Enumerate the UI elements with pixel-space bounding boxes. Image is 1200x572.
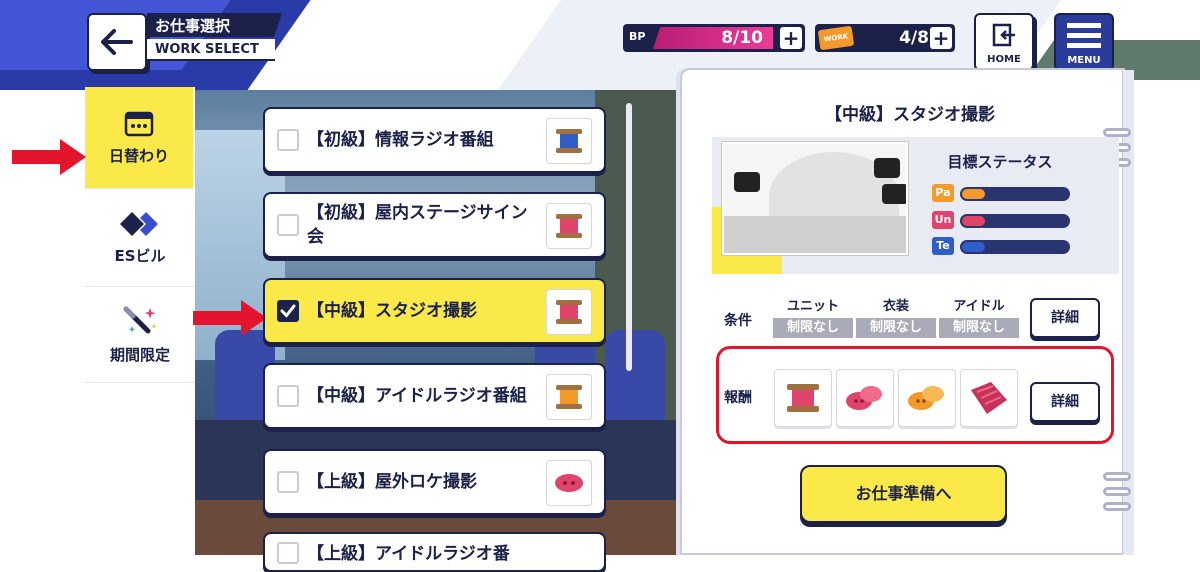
back-button[interactable] bbox=[87, 13, 147, 71]
status-row-un: Un bbox=[932, 211, 1072, 229]
screen-title-en: WORK SELECT bbox=[147, 39, 275, 61]
work-card-indoor-stage[interactable]: 【初級】屋内ステージサイン会 bbox=[263, 192, 606, 258]
sidebar-item-es-building[interactable]: ESビル bbox=[85, 191, 195, 287]
thread-spool-icon bbox=[546, 374, 592, 420]
reward-button-orange-icon[interactable] bbox=[898, 369, 956, 427]
work-card-name: 【初級】屋内ステージサイン会 bbox=[307, 203, 528, 247]
work-card-name: 【上級】アイドルラジオ番 bbox=[307, 544, 510, 564]
condition-unit: ユニット 制限なし bbox=[773, 295, 853, 338]
screen-title-jp: お仕事選択 bbox=[147, 13, 282, 37]
exit-door-icon bbox=[992, 23, 1015, 47]
binder-ring bbox=[1103, 472, 1131, 481]
condition-head: 衣装 bbox=[882, 299, 909, 314]
reward-button-pink-icon[interactable] bbox=[836, 369, 894, 427]
prepare-work-button[interactable]: お仕事準備へ bbox=[800, 465, 1007, 523]
condition-idol: アイドル 制限なし bbox=[939, 295, 1019, 338]
bp-counter: BP 8/10 + bbox=[623, 24, 805, 52]
sidebar-item-limited[interactable]: 期間限定 bbox=[85, 287, 195, 383]
status-row-pa: Pa bbox=[932, 184, 1072, 202]
bp-value: 8/10 bbox=[653, 27, 773, 49]
status-key-badge: Un bbox=[932, 211, 954, 229]
binder-ring bbox=[1103, 128, 1131, 137]
work-card-idol-radio[interactable]: 【中級】アイドルラジオ番組 bbox=[263, 363, 606, 429]
checkbox[interactable] bbox=[277, 129, 299, 151]
sidebar-item-daily[interactable]: 日替わり bbox=[85, 87, 193, 189]
work-card-idol-radio-advanced[interactable]: 【上級】アイドルラジオ番 bbox=[263, 532, 606, 572]
annotation-arrow-icon bbox=[12, 139, 86, 175]
reward-detail-button[interactable]: 詳細 bbox=[1030, 382, 1100, 422]
status-key-badge: Te bbox=[932, 237, 954, 255]
checkbox[interactable] bbox=[277, 214, 299, 236]
bp-tag: BP bbox=[629, 30, 646, 43]
work-value: 4/8 bbox=[899, 28, 929, 48]
reward-thread-spool-icon[interactable] bbox=[774, 369, 832, 427]
work-card-name: 【中級】スタジオ撮影 bbox=[307, 301, 477, 321]
magic-wand-icon bbox=[123, 306, 157, 334]
hamburger-icon bbox=[1067, 23, 1101, 48]
reward-fabric-icon[interactable] bbox=[960, 369, 1018, 427]
condition-value: 制限なし bbox=[773, 318, 853, 338]
annotation-arrow-icon bbox=[193, 300, 267, 336]
checkbox[interactable] bbox=[277, 542, 299, 564]
checkmark-icon bbox=[280, 304, 296, 318]
thread-spool-icon bbox=[546, 289, 592, 335]
status-row-te: Te bbox=[932, 237, 1072, 255]
sidebar-item-label: 日替わり bbox=[108, 147, 169, 165]
work-card-studio-shoot[interactable]: 【中級】スタジオ撮影 bbox=[263, 278, 606, 344]
sidebar-item-label: ESビル bbox=[114, 247, 166, 265]
condition-value: 制限なし bbox=[856, 318, 936, 338]
status-bar-fill bbox=[962, 242, 986, 252]
menu-label: MENU bbox=[1067, 55, 1101, 66]
work-card-outdoor-shoot[interactable]: 【上級】屋外ロケ撮影 bbox=[263, 449, 606, 515]
thread-spool-icon bbox=[546, 118, 592, 164]
thread-spool-icon bbox=[546, 203, 592, 249]
status-bar-fill bbox=[962, 189, 986, 199]
work-counter: WORK 4/8 + bbox=[815, 24, 955, 52]
work-card-name: 【中級】アイドルラジオ番組 bbox=[307, 386, 527, 406]
calendar-icon bbox=[124, 111, 154, 137]
work-detail-title: 【中級】スタジオ撮影 bbox=[825, 105, 995, 125]
checkbox[interactable] bbox=[277, 385, 299, 407]
reward-label: 報酬 bbox=[724, 390, 752, 406]
binder-ring bbox=[1103, 502, 1131, 511]
condition-value: 制限なし bbox=[939, 318, 1019, 338]
target-status-label: 目標ステータス bbox=[947, 153, 1053, 171]
checkbox-checked[interactable] bbox=[277, 300, 299, 322]
status-key-badge: Pa bbox=[932, 184, 954, 202]
bp-plus-button[interactable]: + bbox=[780, 27, 802, 49]
checkbox[interactable] bbox=[277, 471, 299, 493]
status-bar bbox=[960, 240, 1070, 254]
es-logo-icon bbox=[120, 212, 158, 236]
status-bar bbox=[960, 214, 1070, 228]
home-button[interactable]: HOME bbox=[974, 13, 1034, 71]
status-bar-fill bbox=[962, 216, 986, 226]
work-list-scrollbar[interactable] bbox=[626, 103, 632, 371]
home-label: HOME bbox=[987, 54, 1021, 65]
work-plus-button[interactable]: + bbox=[930, 27, 952, 49]
arrow-left-icon bbox=[101, 29, 133, 55]
status-bar bbox=[960, 187, 1070, 201]
conditions-label: 条件 bbox=[724, 313, 752, 329]
sidebar-item-label: 期間限定 bbox=[109, 346, 170, 364]
screen-title: お仕事選択 WORK SELECT bbox=[147, 13, 282, 61]
condition-costume: 衣装 制限なし bbox=[856, 295, 936, 338]
category-sidebar: 日替わり ESビル 期間限定 bbox=[85, 87, 195, 555]
studio-thumbnail bbox=[722, 142, 908, 255]
condition-head: ユニット bbox=[786, 299, 839, 314]
work-card-name: 【初級】情報ラジオ番組 bbox=[307, 130, 494, 150]
work-ticket-icon: WORK bbox=[817, 25, 855, 51]
button-item-icon bbox=[546, 460, 592, 506]
menu-button[interactable]: MENU bbox=[1054, 13, 1114, 71]
work-card-name: 【上級】屋外ロケ撮影 bbox=[307, 472, 477, 492]
work-card-info-radio[interactable]: 【初級】情報ラジオ番組 bbox=[263, 107, 606, 173]
binder-ring bbox=[1103, 487, 1131, 496]
condition-head: アイドル bbox=[953, 299, 1005, 314]
conditions-detail-button[interactable]: 詳細 bbox=[1030, 298, 1100, 338]
